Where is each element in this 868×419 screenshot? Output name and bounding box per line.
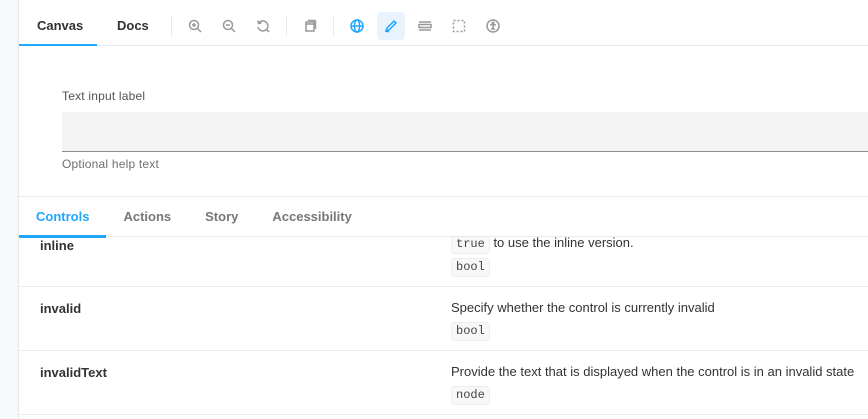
zoom-reset-icon [257,19,270,33]
tab-story-label: Story [205,209,239,224]
zoom-in-button[interactable] [181,12,209,40]
outline-button[interactable] [411,12,439,40]
pencil-icon [384,19,397,32]
outline-icon [418,20,432,31]
toolbar-divider [170,15,172,36]
tab-canvas-label: Canvas [37,18,84,33]
table-row: inline true to use the inline version. b… [19,237,868,287]
tab-actions[interactable]: Actions [106,197,188,237]
canvas-preview: Text input label Optional help text [19,46,868,196]
prop-type: bool [451,321,490,341]
background-icon [305,19,317,32]
tab-controls[interactable]: Controls [19,197,107,238]
type-badge: bool [451,258,490,277]
measure-button[interactable] [445,12,473,40]
toolbar-divider [332,15,334,36]
addon-tabs: Controls Actions Story Accessibility [19,197,868,238]
addons-panel: Controls Actions Story Accessibility inl… [19,196,868,419]
measure-icon [452,19,466,32]
prop-description-text: to use the inline version. [493,237,634,250]
accessibility-button[interactable] [479,12,507,40]
table-row: invalidText Provide the text that is dis… [19,351,868,415]
table-row: invalid Specify whether the control is c… [19,287,868,351]
prop-description: Provide the text that is displayed when … [451,364,855,379]
tab-docs[interactable]: Docs [97,6,165,46]
prop-type: node [451,385,490,405]
globe-button[interactable] [343,12,371,40]
tab-accessibility-label: Accessibility [272,209,352,224]
zoom-out-icon [222,19,236,33]
prop-name: invalid [40,301,82,316]
tab-docs-label: Docs [117,18,149,33]
toolbar-divider [285,15,287,36]
type-badge: bool [451,322,490,341]
tab-controls-label: Controls [36,209,90,224]
prop-type: bool [451,257,490,277]
zoom-in-icon [188,19,202,33]
accessibility-icon [486,18,500,33]
toolbar: Canvas Docs [19,6,868,47]
type-badge: node [451,386,490,405]
text-input-label: Text input label [62,89,146,103]
prop-description: true to use the inline version. [451,237,634,254]
prop-description: Specify whether the control is currently… [451,300,715,315]
globe-icon [350,18,364,33]
tab-canvas[interactable]: Canvas [19,6,97,47]
tab-accessibility[interactable]: Accessibility [255,197,369,237]
controls-table: inline true to use the inline version. b… [19,237,868,419]
tab-story[interactable]: Story [188,197,255,237]
tab-actions-label: Actions [123,209,172,224]
zoom-reset-button[interactable] [249,12,277,40]
inline-code: true [451,237,490,254]
help-text: Optional help text [62,157,159,171]
background-button[interactable] [296,12,324,40]
pencil-button[interactable] [376,11,405,40]
text-input[interactable] [62,112,868,152]
storybook-frame: Canvas Docs Text input label Optional he… [18,0,868,419]
zoom-out-button[interactable] [215,12,243,40]
prop-name: invalidText [40,365,107,380]
prop-name: inline [40,238,74,253]
